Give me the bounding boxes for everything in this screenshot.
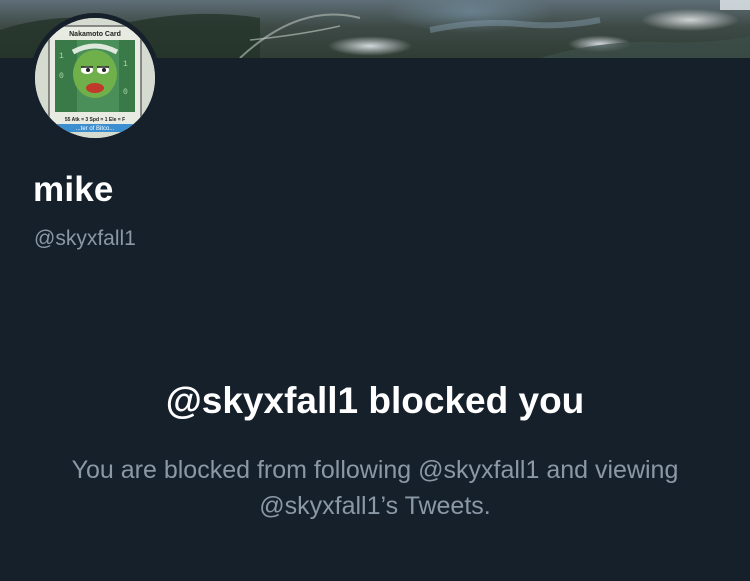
blocked-title: @skyxfall1 blocked you — [165, 380, 585, 421]
profile-display-name: mike — [33, 170, 114, 209]
card-title: Nakamoto Card — [69, 31, 121, 38]
profile-avatar[interactable]: Nakamoto Card 1 0 1 0 55 Atk = 3 Spd = 1… — [30, 13, 160, 143]
avatar-image: Nakamoto Card 1 0 1 0 55 Atk = 3 Spd = 1… — [35, 18, 155, 138]
blocked-description: You are blocked from following @skyxfall… — [71, 456, 679, 520]
card-caption: ...ter of Bitco... — [76, 126, 115, 132]
card-stats: 55 Atk = 3 Spd = 1 Ele = F — [65, 117, 125, 123]
nakamoto-card-image: Nakamoto Card 1 0 1 0 55 Atk = 3 Spd = 1… — [35, 18, 155, 138]
svg-text:0: 0 — [123, 88, 128, 97]
profile-page: Nakamoto Card 1 0 1 0 55 Atk = 3 Spd = 1… — [0, 0, 750, 581]
profile-handle: @skyxfall1 — [34, 227, 136, 250]
svg-text:1: 1 — [59, 52, 64, 61]
svg-text:0: 0 — [59, 72, 64, 81]
svg-text:1: 1 — [123, 60, 128, 69]
